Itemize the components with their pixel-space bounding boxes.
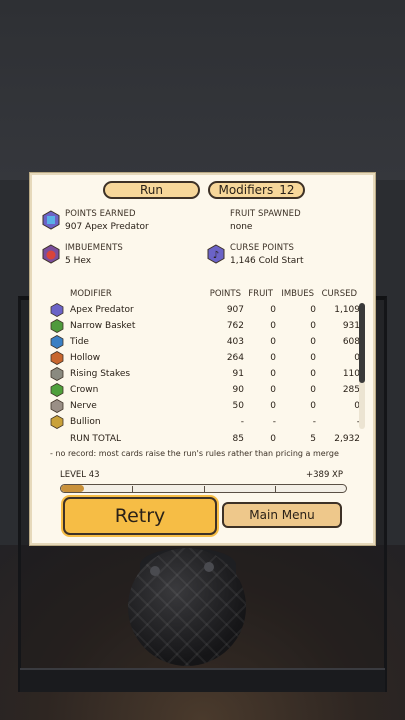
total-imbues: 5: [310, 434, 316, 444]
total-points: 85: [232, 434, 244, 444]
tide-icon: [50, 335, 64, 349]
fruit-spawned-value: none: [230, 222, 253, 232]
points-earned-value: 907 Apex Predator: [65, 222, 149, 232]
tab-modifiers[interactable]: Modifiers 12: [208, 181, 305, 199]
total-cursed: 2,932: [334, 434, 360, 444]
table-scrollbar-thumb[interactable]: [359, 303, 365, 383]
xp-progress-fill: [61, 485, 84, 492]
table-row[interactable]: Tide 403 0 0 608: [46, 335, 362, 351]
xp-tick: [132, 486, 134, 492]
fruit-cell: 0: [270, 401, 276, 411]
curse-points-label: CURSE POINTS: [230, 243, 294, 253]
fruit-cell: 0: [270, 369, 276, 379]
fruit-cell: 0: [270, 353, 276, 363]
imbues-cell: 0: [310, 321, 316, 331]
imbues-cell: 0: [310, 385, 316, 395]
tab-modifiers-label: Modifiers: [218, 183, 274, 197]
jar-base: [20, 668, 385, 692]
fruit-cell: 0: [270, 337, 276, 347]
table-row[interactable]: Nerve 50 0 0 0: [46, 399, 362, 415]
tab-run-label: Run: [139, 183, 163, 197]
table-row[interactable]: Rising Stakes 91 0 0 110: [46, 367, 362, 383]
curse-points-value: 1,146 Cold Start: [230, 256, 304, 266]
table-row[interactable]: Hollow 264 0 0 0: [46, 351, 362, 367]
run-total-label: RUN TOTAL: [70, 434, 121, 444]
points-cell: 762: [226, 321, 244, 331]
points-cell: -: [240, 417, 244, 427]
fruit-spawned-label: FRUIT SPAWNED: [230, 209, 301, 219]
fruit-cell: 0: [270, 385, 276, 395]
fruit-cell: 0: [270, 305, 276, 315]
table-row[interactable]: Crown 90 0 0 285: [46, 383, 362, 399]
points-earned-icon: [42, 210, 60, 230]
xp-tick: [203, 486, 205, 492]
narrow-basket-icon: [50, 319, 64, 333]
imbues-cell: 0: [310, 353, 316, 363]
modifier-name: Apex Predator: [70, 305, 134, 315]
table-row[interactable]: Narrow Basket 762 0 0 931: [46, 319, 362, 335]
modifier-name: Bullion: [70, 417, 101, 427]
fruit-cell: 0: [270, 321, 276, 331]
header-modifier: MODIFIER: [70, 289, 112, 299]
svg-text:♪: ♪: [213, 250, 219, 261]
xp-gain-label: +389 XP: [306, 470, 343, 480]
hollow-icon: [50, 351, 64, 365]
points-cell: 403: [226, 337, 244, 347]
modifier-name: Crown: [70, 385, 99, 395]
fruit-cell: -: [272, 417, 276, 427]
backdrop: [0, 0, 405, 180]
header-fruit: FRUIT: [248, 289, 273, 299]
imbues-cell: 0: [310, 369, 316, 379]
points-cell: 907: [226, 305, 244, 315]
run-total-row: RUN TOTAL 85 0 5 2,932: [46, 432, 362, 448]
modifier-name: Nerve: [70, 401, 97, 411]
imbues-cell: 0: [310, 401, 316, 411]
cursed-cell: 1,109: [334, 305, 360, 315]
curse-points-icon: ♪: [207, 244, 225, 264]
xp-progress-bar: [60, 484, 347, 493]
header-imbues: IMBUES: [281, 289, 314, 299]
header-points: POINTS: [209, 289, 241, 299]
cursed-cell: 931: [342, 321, 360, 331]
run-summary-panel: Run Modifiers 12 POINTS EARNED 907 Apex …: [30, 173, 375, 545]
table-row[interactable]: Apex Predator 907 0 0 1,109: [46, 303, 362, 319]
imbuements-value: 5 Hex: [65, 256, 92, 266]
rising-stakes-icon: [50, 367, 64, 381]
crown-icon: [50, 383, 64, 397]
points-cell: 264: [226, 353, 244, 363]
cursed-cell: 608: [342, 337, 360, 347]
cursed-cell: 110: [342, 369, 360, 379]
header-cursed: CURSED: [321, 289, 357, 299]
points-cell: 90: [232, 385, 244, 395]
modifier-name: Rising Stakes: [70, 369, 131, 379]
main-menu-button[interactable]: Main Menu: [222, 502, 342, 528]
retry-button[interactable]: Retry: [63, 497, 217, 535]
xp-tick: [274, 486, 276, 492]
modifier-name: Tide: [70, 337, 89, 347]
imbues-cell: -: [312, 417, 316, 427]
tab-modifiers-count: 12: [279, 183, 295, 197]
tab-run[interactable]: Run: [103, 181, 200, 199]
points-cell: 50: [232, 401, 244, 411]
cursed-cell: 285: [342, 385, 360, 395]
total-fruit: 0: [270, 434, 276, 444]
ball-dot: [204, 562, 214, 572]
table-row[interactable]: Bullion - - - -: [46, 415, 362, 431]
level-label: LEVEL 43: [60, 470, 100, 480]
dark-ball: [128, 548, 246, 666]
modifier-name: Narrow Basket: [70, 321, 136, 331]
points-cell: 91: [232, 369, 244, 379]
bullion-icon: [50, 415, 64, 429]
imbuements-icon: [42, 244, 60, 264]
apex-predator-icon: [50, 303, 64, 317]
imbues-cell: 0: [310, 337, 316, 347]
modifier-name: Hollow: [70, 353, 101, 363]
points-earned-label: POINTS EARNED: [65, 209, 136, 219]
imbuements-label: IMBUEMENTS: [65, 243, 123, 253]
imbues-cell: 0: [310, 305, 316, 315]
nerve-icon: [50, 399, 64, 413]
ball-dot: [150, 566, 160, 576]
footnote: - no record: most cards raise the run's …: [50, 449, 339, 458]
